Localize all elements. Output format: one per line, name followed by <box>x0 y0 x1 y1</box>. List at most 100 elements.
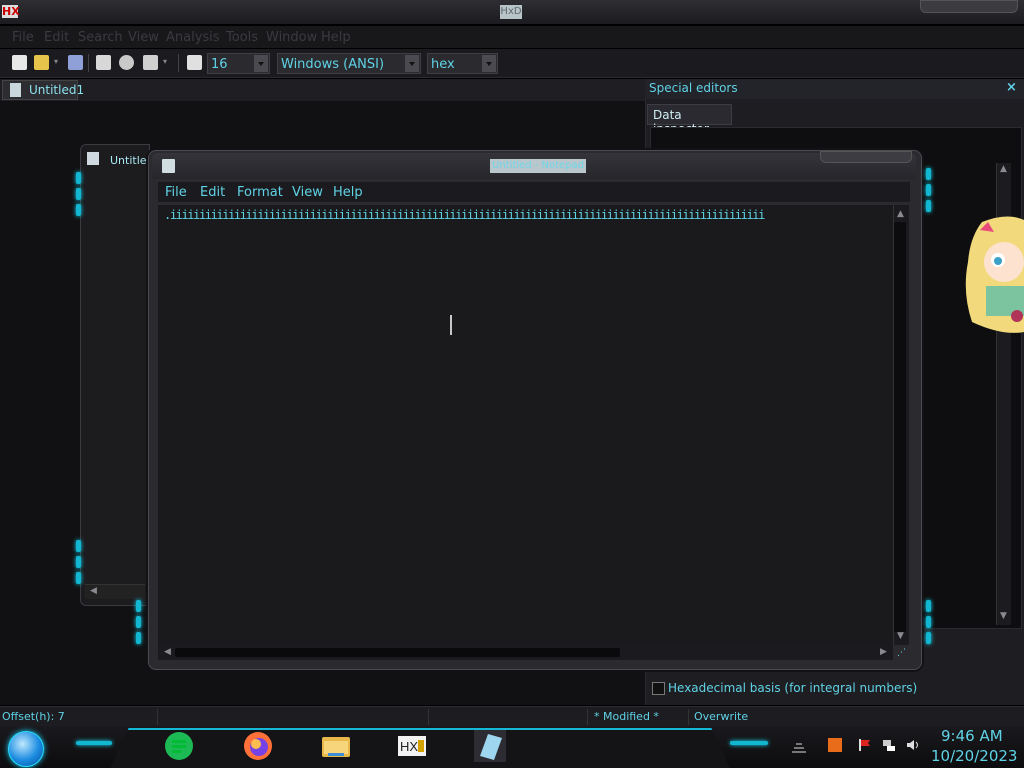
glow-accent <box>136 632 141 644</box>
status-separator <box>428 709 429 725</box>
background-window-title: Untitle <box>110 154 147 167</box>
hex-basis-checkbox[interactable] <box>652 682 665 695</box>
glow-accent <box>136 616 141 628</box>
glow-accent <box>926 632 931 644</box>
menu-edit[interactable]: Edit <box>44 30 69 45</box>
menu-view[interactable]: View <box>128 30 159 45</box>
clock-time[interactable]: 9:46 AM <box>941 727 1003 745</box>
menu-help[interactable]: Help <box>321 30 351 45</box>
hxd-menu-bar: File Edit Search View Analysis Tools Win… <box>0 26 1024 48</box>
menu-file[interactable]: File <box>12 30 34 45</box>
glow-accent <box>76 556 81 568</box>
start-button[interactable] <box>8 731 44 767</box>
glow-accent <box>76 540 81 552</box>
close-icon[interactable]: × <box>1006 80 1017 95</box>
window-dropdown-icon[interactable]: ▾ <box>163 57 167 66</box>
menu-analysis[interactable]: Analysis <box>166 30 220 45</box>
new-file-icon[interactable] <box>12 55 27 70</box>
tab-label: Untitled1 <box>29 83 85 97</box>
status-separator <box>688 709 689 725</box>
hex-document-icon <box>10 83 21 97</box>
scroll-up-icon[interactable]: ▲ <box>897 209 904 219</box>
background-window[interactable] <box>80 144 150 606</box>
toolbar-separator <box>88 54 89 72</box>
bytes-per-row-value: 16 <box>211 57 228 72</box>
status-offset: Offset(h): 7 <box>2 710 65 723</box>
tab-data-inspector[interactable]: Data inspector <box>647 104 732 136</box>
clock-date[interactable]: 10/20/2023 <box>931 747 1017 765</box>
network-icon[interactable] <box>882 738 896 752</box>
chevron-down-icon[interactable] <box>254 55 268 72</box>
status-separator <box>157 709 158 725</box>
window-icon[interactable] <box>143 55 158 70</box>
bytes-per-row-select[interactable]: 16 <box>207 53 270 74</box>
notepad-title: Untitled - Notepad <box>490 159 587 173</box>
notepad-content: .iiiiiiiiiiiiiiiiiiiiiiiiiiiiiiiiiiiiiii… <box>164 208 765 222</box>
display-mode-select[interactable]: hex <box>427 53 498 74</box>
hex-document-icon <box>87 152 99 165</box>
tab-untitled1[interactable]: Untitled1 <box>2 80 84 100</box>
spreadsheet-app-icon[interactable] <box>163 730 195 762</box>
java-update-icon[interactable] <box>828 738 842 752</box>
settings-icon[interactable] <box>119 55 134 70</box>
charset-select[interactable]: Windows (ANSI) <box>277 53 421 74</box>
resize-grip-icon[interactable]: ⋰ <box>897 648 906 658</box>
vertical-scroll-thumb[interactable] <box>894 222 906 632</box>
display-mode-value: hex <box>431 57 455 72</box>
hxd-toolbar: ▾ ▾ 16 Windows (ANSI) hex <box>0 49 1024 78</box>
scroll-left-icon[interactable]: ◀ <box>90 586 97 596</box>
glow-accent <box>926 600 931 612</box>
glow-accent <box>926 616 931 628</box>
scroll-down-icon[interactable]: ▼ <box>1000 611 1007 621</box>
status-mode: Overwrite <box>694 710 749 723</box>
menu-window[interactable]: Window <box>266 30 317 45</box>
file-explorer-icon[interactable] <box>320 730 352 762</box>
glow-accent <box>76 172 81 184</box>
glow-accent <box>926 200 931 212</box>
hxd-app-icon[interactable]: HX <box>2 5 20 18</box>
glow-accent <box>730 741 768 745</box>
notepad-menu-edit[interactable]: Edit <box>200 185 225 200</box>
volume-icon[interactable] <box>906 738 920 752</box>
glow-accent <box>926 168 931 180</box>
save-icon[interactable] <box>68 55 83 70</box>
status-modified: * Modified * <box>594 710 659 723</box>
glow-accent <box>76 741 112 745</box>
menu-search[interactable]: Search <box>78 30 123 45</box>
horizontal-scroll-thumb[interactable] <box>175 648 620 657</box>
bytes-per-row-icon <box>187 55 202 70</box>
status-bar: Offset(h): 7 * Modified * Overwrite <box>0 706 1024 727</box>
network-bars-icon[interactable] <box>792 740 806 754</box>
open-folder-icon[interactable] <box>34 55 49 70</box>
scroll-down-icon[interactable]: ▼ <box>897 631 904 641</box>
title-ornament <box>920 0 1018 13</box>
properties-icon[interactable] <box>96 55 111 70</box>
glow-accent <box>76 188 81 200</box>
hxd-icon[interactable]: HX <box>396 730 428 762</box>
menu-tools[interactable]: Tools <box>226 30 258 45</box>
title-ornament <box>820 151 912 163</box>
notepad-menu-file[interactable]: File <box>165 185 187 200</box>
notepad-menu-help[interactable]: Help <box>333 185 363 200</box>
firefox-icon[interactable] <box>242 730 274 762</box>
toolbar-separator <box>178 54 179 72</box>
special-editors-title: Special editors <box>649 81 738 95</box>
glow-accent <box>136 600 141 612</box>
notepad-icon[interactable] <box>162 159 175 173</box>
text-cursor-icon <box>450 315 452 335</box>
notepad-text-area[interactable] <box>158 205 893 645</box>
action-center-flag-icon[interactable] <box>858 738 872 752</box>
open-dropdown-icon[interactable]: ▾ <box>54 57 58 66</box>
scroll-up-icon[interactable]: ▲ <box>1000 164 1007 174</box>
notepad-menu-view[interactable]: View <box>292 185 323 200</box>
chevron-down-icon[interactable] <box>405 55 419 72</box>
status-separator <box>587 709 588 725</box>
charset-value: Windows (ANSI) <box>281 57 385 72</box>
background-window-scrollbar[interactable]: ◀ <box>85 584 145 599</box>
notepad-icon[interactable] <box>474 730 506 762</box>
scroll-left-icon[interactable]: ◀ <box>164 647 171 657</box>
scroll-right-icon[interactable]: ▶ <box>880 647 887 657</box>
hex-basis-label: Hexadecimal basis (for integral numbers) <box>668 681 918 695</box>
chevron-down-icon[interactable] <box>482 55 496 72</box>
notepad-menu-format[interactable]: Format <box>237 185 283 200</box>
